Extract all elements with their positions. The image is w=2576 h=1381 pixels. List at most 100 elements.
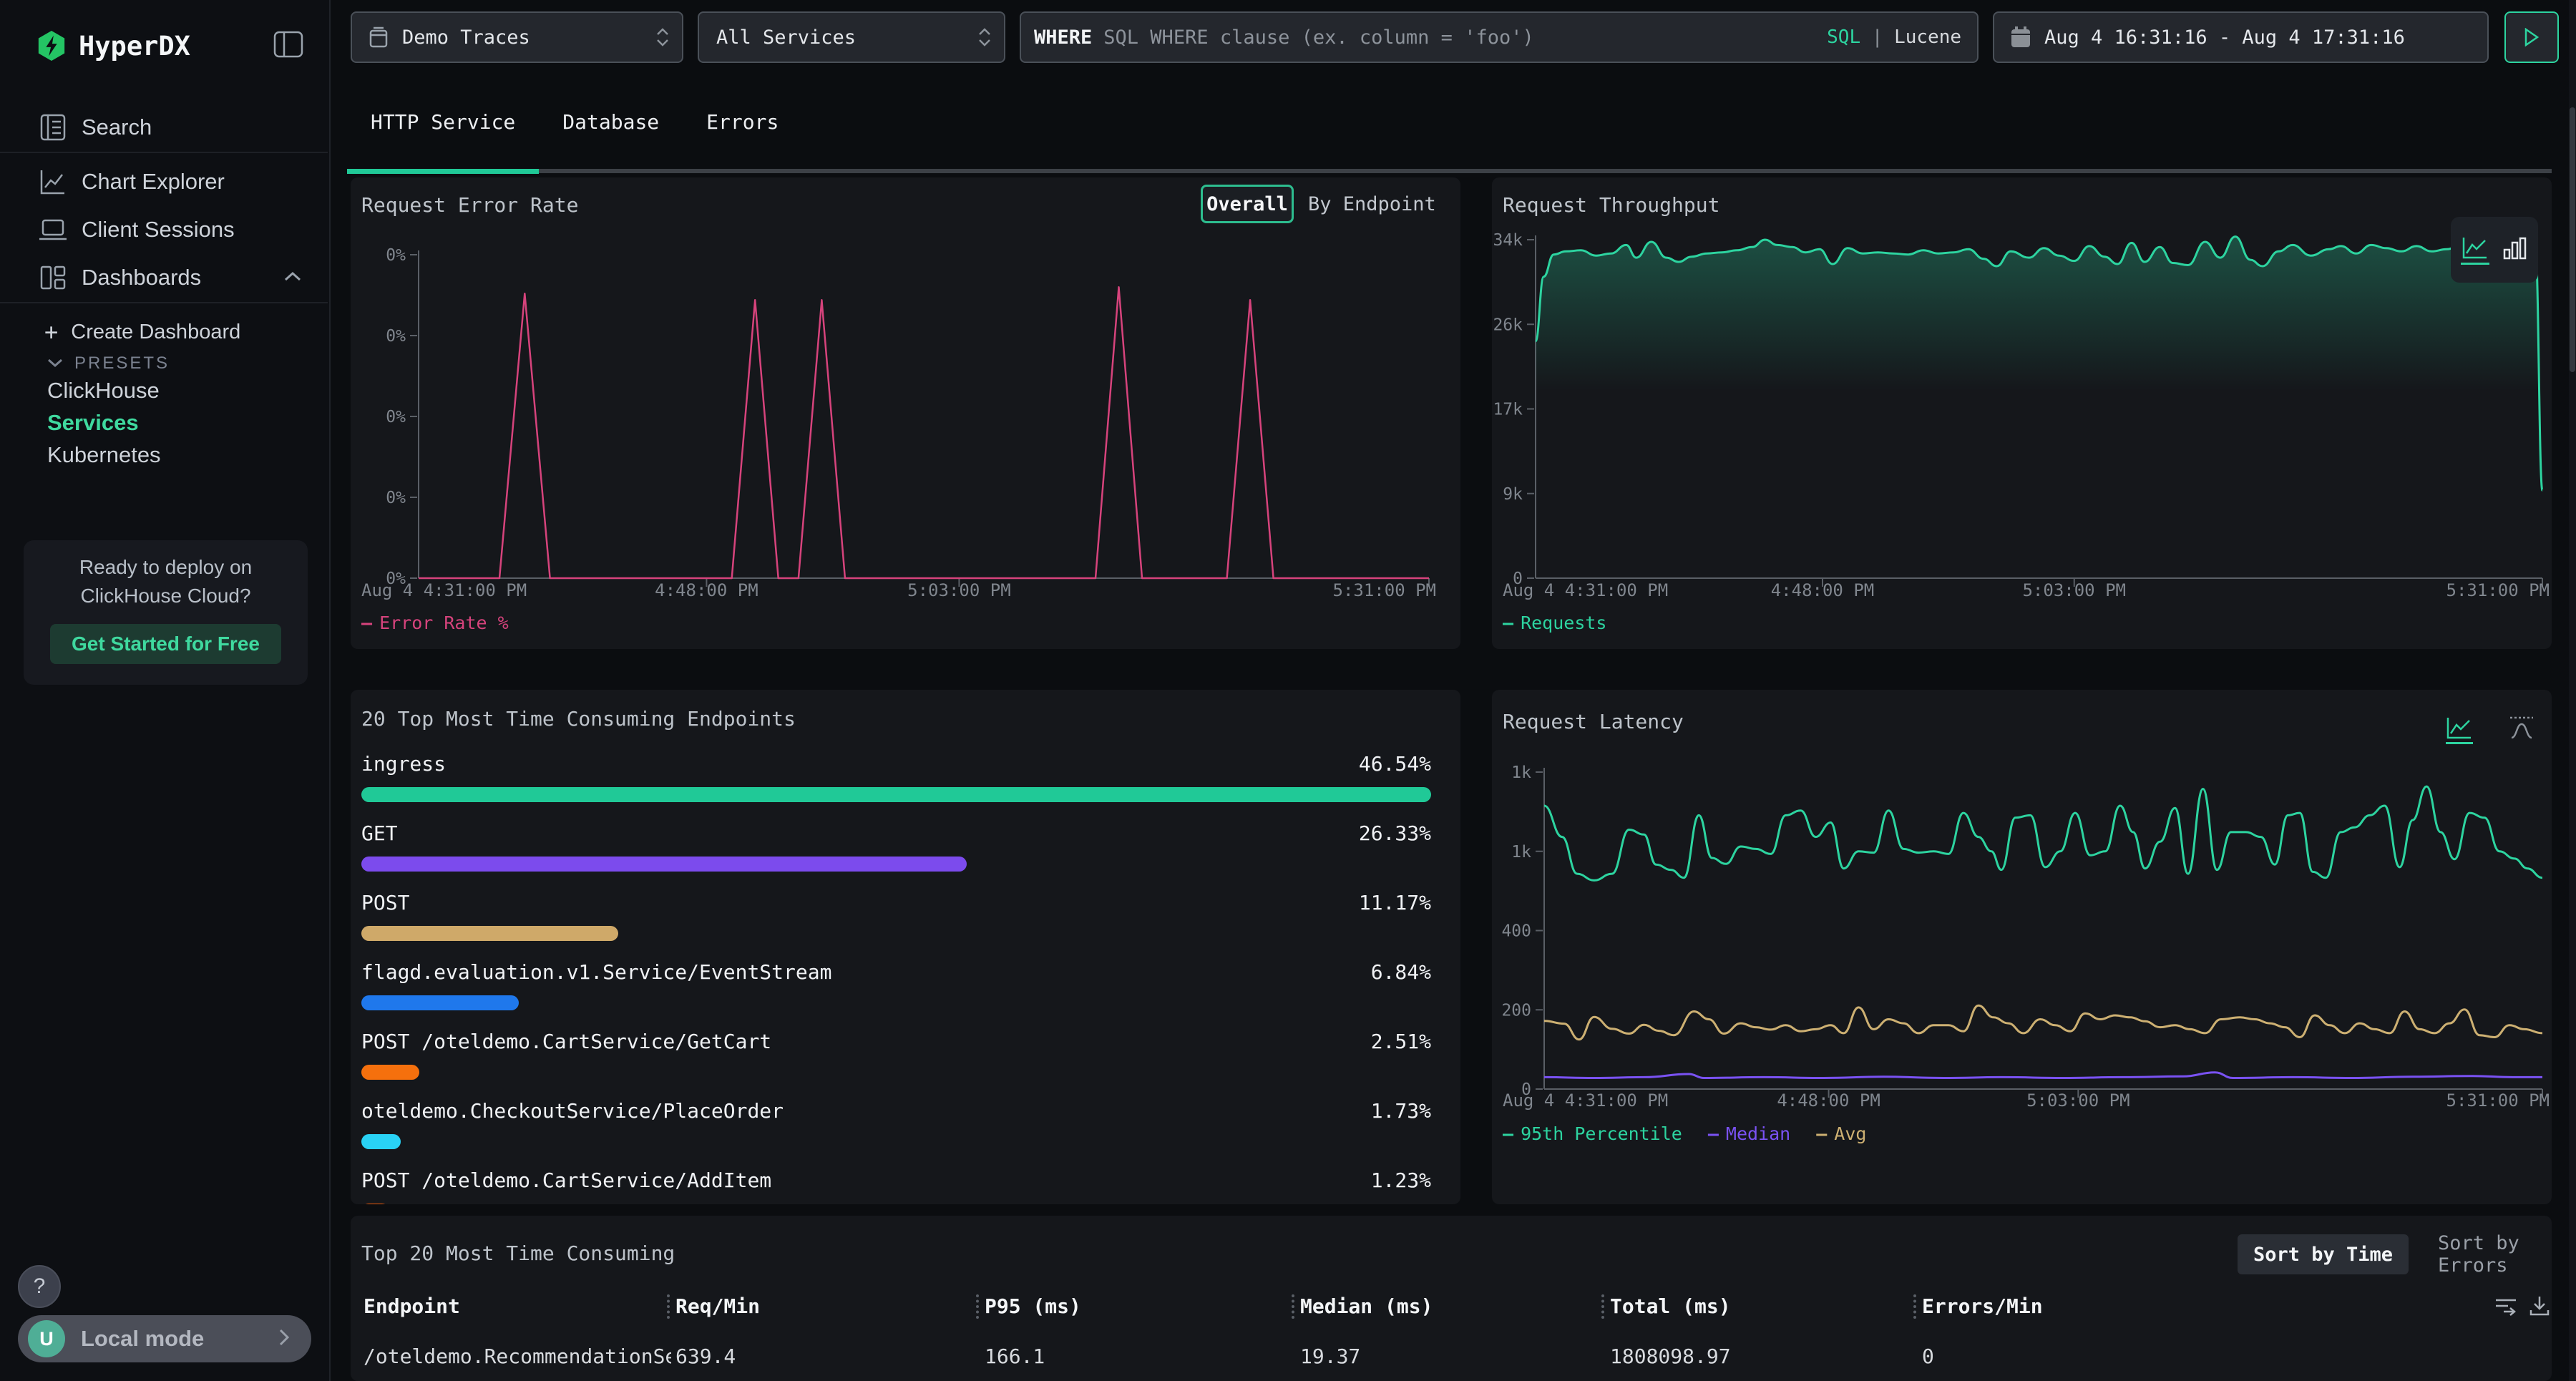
- endpoint-row[interactable]: oteldemo.CheckoutService/PlaceOrder1.73%: [361, 1098, 1431, 1123]
- sidebar: HyperDX Search Chart Explorer Client Ses…: [0, 0, 331, 1381]
- endpoint-row[interactable]: POST /oteldemo.CartService/AddItem 1.23%: [361, 1168, 1431, 1192]
- tab-track: [347, 169, 2552, 173]
- chart-legend: —95th Percentile —Median —Avg: [1503, 1123, 1866, 1144]
- endpoint-label: oteldemo.CheckoutService/PlaceOrder: [361, 1099, 784, 1123]
- legend-item[interactable]: —95th Percentile: [1503, 1123, 1682, 1144]
- scrollbar-thumb[interactable]: [2570, 107, 2575, 372]
- sidebar-divider: [0, 302, 328, 303]
- endpoint-row[interactable]: ingress46.54%: [361, 751, 1431, 776]
- sidebar-preset-kubernetes[interactable]: Kubernetes: [47, 442, 161, 468]
- legend-item[interactable]: —Median: [1708, 1123, 1790, 1144]
- svg-text:34k: 34k: [1493, 231, 1523, 250]
- svg-text:17k: 17k: [1493, 401, 1523, 419]
- chart-type-toolbar: [2451, 217, 2538, 283]
- endpoint-row[interactable]: POST /oteldemo.CartService/GetCart2.51%: [361, 1029, 1431, 1053]
- endpoint-bar: [361, 1065, 419, 1080]
- lucene-mode-toggle[interactable]: Lucene: [1894, 26, 1961, 48]
- svg-text:0%: 0%: [386, 246, 406, 265]
- sidebar-item-dashboards[interactable]: Dashboards: [0, 258, 329, 298]
- svg-text:5:31:00 PM: 5:31:00 PM: [1333, 580, 1437, 600]
- svg-text:1k: 1k: [1511, 843, 1531, 862]
- wrap-lines-icon[interactable]: [2494, 1294, 2518, 1320]
- select-chevrons-icon: [978, 28, 991, 47]
- column-resize-handle[interactable]: [976, 1294, 979, 1319]
- plus-icon: +: [44, 318, 58, 346]
- time-range-picker[interactable]: Aug 4 16:31:16 - Aug 4 17:31:16: [1993, 11, 2489, 63]
- sidebar-item-label: Client Sessions: [82, 217, 235, 243]
- calendar-icon: [2010, 26, 2031, 49]
- column-header-endpoint[interactable]: Endpoint: [364, 1294, 460, 1318]
- tab-database[interactable]: Database: [539, 100, 683, 143]
- presets-toggle[interactable]: PRESETS: [0, 345, 329, 382]
- service-select[interactable]: All Services: [698, 11, 1005, 63]
- throughput-panel: Request Throughput 09k17k26k34kAug 4 4:3…: [1492, 177, 2552, 649]
- table-cell[interactable]: /oteldemo.RecommendationServ: [364, 1345, 671, 1368]
- legend-item[interactable]: —Avg: [1816, 1123, 1866, 1144]
- endpoint-bar: [361, 857, 967, 872]
- sidebar-preset-clickhouse[interactable]: ClickHouse: [47, 378, 160, 404]
- sidebar-item-client-sessions[interactable]: Client Sessions: [0, 210, 329, 250]
- sidebar-item-chart-explorer[interactable]: Chart Explorer: [0, 162, 329, 202]
- tab-bar: HTTP ServiceDatabaseErrors: [347, 100, 802, 143]
- column-header-req-min[interactable]: Req/Min: [675, 1294, 760, 1318]
- endpoint-row[interactable]: flagd.evaluation.v1.Service/EventStream6…: [361, 960, 1431, 984]
- svg-text:5:03:00 PM: 5:03:00 PM: [907, 580, 1011, 600]
- collapse-sidebar-icon[interactable]: [273, 31, 303, 61]
- search-input[interactable]: [1102, 26, 1827, 49]
- column-header-p95-ms-[interactable]: P95 (ms): [985, 1294, 1081, 1318]
- brand-title: HyperDX: [79, 31, 190, 62]
- column-header-errors-min[interactable]: Errors/Min: [1922, 1294, 2043, 1318]
- search-bar[interactable]: WHERE SQL | Lucene: [1020, 11, 1979, 63]
- legend-item[interactable]: —Error Rate %: [361, 613, 509, 633]
- chart-legend: —Requests: [1503, 613, 1606, 633]
- database-icon: [368, 25, 389, 49]
- endpoint-bar: [361, 787, 1431, 802]
- endpoint-percentage: 26.33%: [1359, 821, 1431, 845]
- column-header-total-ms-[interactable]: Total (ms): [1610, 1294, 1731, 1318]
- sidebar-item-search[interactable]: Search: [0, 107, 329, 147]
- help-button[interactable]: ?: [18, 1265, 61, 1308]
- column-resize-handle[interactable]: [1601, 1294, 1604, 1319]
- svg-text:Aug 4 4:31:00 PM: Aug 4 4:31:00 PM: [1503, 1090, 1668, 1111]
- endpoint-bar: [361, 1134, 401, 1149]
- chevron-up-icon: [283, 270, 302, 285]
- line-chart-toggle[interactable]: [2461, 235, 2489, 265]
- table-cell: 639.4: [675, 1345, 962, 1368]
- scrollbar[interactable]: [2569, 0, 2576, 1381]
- bar-chart-toggle[interactable]: [2502, 235, 2528, 264]
- column-resize-handle[interactable]: [1292, 1294, 1294, 1319]
- endpoint-percentage: 46.54%: [1359, 752, 1431, 776]
- play-icon: [2524, 28, 2540, 47]
- sort-by-time-button[interactable]: Sort by Time: [2238, 1234, 2409, 1274]
- svg-text:5:31:00 PM: 5:31:00 PM: [2446, 1090, 2550, 1111]
- legend-item[interactable]: —Requests: [1503, 613, 1606, 633]
- tab-errors[interactable]: Errors: [683, 100, 802, 143]
- user-menu[interactable]: U Local mode: [18, 1315, 311, 1362]
- sort-by-errors-button[interactable]: Sort by Errors: [2422, 1234, 2552, 1274]
- throughput-chart: 09k17k26k34kAug 4 4:31:00 PM4:48:00 PM5:…: [1492, 177, 2552, 607]
- endpoint-row[interactable]: GET26.33%: [361, 821, 1431, 845]
- endpoint-label: POST /oteldemo.CartService/GetCart: [361, 1030, 771, 1053]
- column-header-median-ms-[interactable]: Median (ms): [1300, 1294, 1433, 1318]
- endpoint-percentage: 6.84%: [1371, 960, 1431, 984]
- where-badge: WHERE: [1034, 26, 1092, 49]
- main-content: Demo Traces All Services WHERE SQL | Luc…: [329, 0, 2576, 1381]
- sidebar-preset-services[interactable]: Services: [47, 410, 139, 436]
- sql-mode-toggle[interactable]: SQL: [1827, 26, 1860, 48]
- lang-divider: |: [1872, 26, 1883, 48]
- latency-chart: 02004001k1kAug 4 4:31:00 PM4:48:00 PM5:0…: [1492, 690, 2552, 1119]
- clickhouse-cloud-promo: Ready to deploy on ClickHouse Cloud? Get…: [24, 540, 308, 685]
- svg-text:200: 200: [1501, 1001, 1531, 1020]
- endpoint-row[interactable]: POST11.17%: [361, 890, 1431, 914]
- endpoint-label: POST /oteldemo.CartService/AddItem: [361, 1168, 771, 1192]
- column-resize-handle[interactable]: [1913, 1294, 1916, 1319]
- source-select[interactable]: Demo Traces: [351, 11, 683, 63]
- endpoints-table-panel: Top 20 Most Time Consuming Sort by TimeS…: [351, 1216, 2552, 1381]
- column-resize-handle[interactable]: [667, 1294, 670, 1319]
- tab-http-service[interactable]: HTTP Service: [347, 100, 539, 143]
- get-started-button[interactable]: Get Started for Free: [50, 624, 281, 664]
- download-icon[interactable]: [2528, 1294, 2551, 1320]
- endpoint-percentage: 1.23%: [1371, 1168, 1431, 1192]
- run-query-button[interactable]: [2504, 11, 2559, 63]
- svg-text:400: 400: [1501, 922, 1531, 941]
